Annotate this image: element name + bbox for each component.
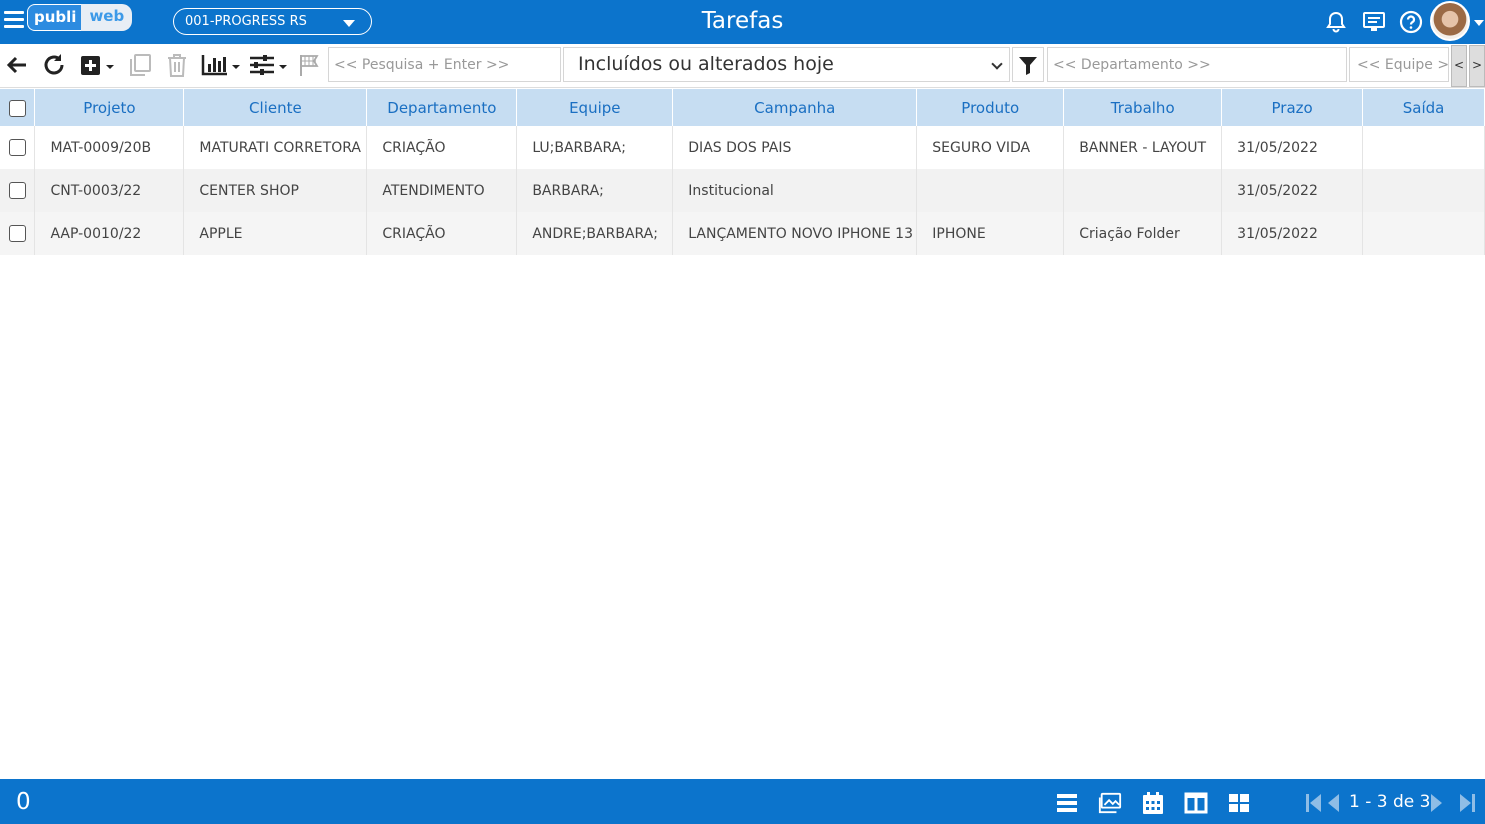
bell-icon[interactable]	[1324, 10, 1348, 34]
cell-equipe: LU;BARBARA;	[516, 126, 674, 169]
select-all-cell	[0, 89, 36, 126]
toolbar: Incluídos ou alterados hoje < >	[0, 44, 1485, 88]
company-label: 001-PROGRESS RS	[185, 14, 307, 29]
cell-campanha: Institucional	[672, 169, 918, 212]
cell-cliente: CENTER SHOP	[183, 169, 368, 212]
cell-equipe: BARBARA;	[516, 169, 674, 212]
settings-sliders-icon[interactable]	[248, 52, 288, 78]
select-all-checkbox[interactable]	[8, 99, 26, 117]
column-header-projeto[interactable]: Projeto	[34, 89, 185, 126]
logo-part1: publi	[27, 4, 82, 31]
team-input[interactable]	[1357, 57, 1448, 73]
table-row[interactable]: MAT-0009/20B MATURATI CORRETORA CRIAÇÃO …	[0, 126, 1485, 169]
cell-produto: IPHONE	[916, 212, 1065, 255]
cell-prazo: 31/05/2022	[1221, 126, 1364, 169]
chevron-down-icon	[343, 20, 355, 27]
row-checkbox-cell	[0, 169, 36, 212]
refresh-icon[interactable]	[41, 52, 67, 78]
cell-campanha: LANÇAMENTO NOVO IPHONE 13	[672, 212, 918, 255]
row-checkbox-cell	[0, 126, 36, 169]
filter-select[interactable]: Incluídos ou alterados hoje	[563, 47, 1010, 82]
trash-icon[interactable]	[165, 52, 189, 78]
top-bar: publi web 001-PROGRESS RS Tarefas	[0, 0, 1485, 44]
column-header-departamento[interactable]: Departamento	[366, 89, 518, 126]
chart-icon[interactable]	[201, 52, 241, 78]
avatar-chevron-down-icon[interactable]	[1474, 20, 1484, 26]
table-header-row: Projeto Cliente Departamento Equipe Camp…	[0, 89, 1485, 126]
funnel-icon	[1019, 57, 1037, 75]
cell-trabalho: Criação Folder	[1063, 212, 1223, 255]
cell-produto	[916, 169, 1065, 212]
last-page-icon[interactable]	[1455, 791, 1479, 815]
department-input[interactable]	[1053, 57, 1346, 73]
column-header-trabalho[interactable]: Trabalho	[1063, 89, 1223, 126]
add-icon[interactable]	[79, 52, 117, 78]
filter-button[interactable]	[1012, 47, 1044, 82]
cell-projeto: MAT-0009/20B	[34, 126, 185, 169]
cell-departamento: CRIAÇÃO	[366, 212, 518, 255]
column-header-saida[interactable]: Saída	[1362, 89, 1485, 126]
logo[interactable]: publi web	[27, 4, 133, 31]
previous-page-icon[interactable]	[1325, 791, 1341, 815]
scroll-right-button[interactable]: >	[1469, 45, 1485, 87]
columns-view-icon[interactable]	[1184, 791, 1208, 815]
cell-saida	[1362, 126, 1485, 169]
cell-departamento: ATENDIMENTO	[366, 169, 518, 212]
scroll-left-button[interactable]: <	[1451, 45, 1467, 87]
department-field[interactable]	[1047, 47, 1347, 82]
cell-prazo: 31/05/2022	[1221, 169, 1364, 212]
gallery-view-icon[interactable]	[1098, 791, 1122, 815]
row-checkbox[interactable]	[8, 225, 26, 242]
footer-bar: 0 1 - 3 de 3	[0, 779, 1485, 824]
table-row[interactable]: AAP-0010/22 APPLE CRIAÇÃO ANDRE;BARBARA;…	[0, 212, 1485, 255]
cell-projeto: AAP-0010/22	[34, 212, 185, 255]
row-checkbox-cell	[0, 212, 36, 255]
column-header-produto[interactable]: Produto	[916, 89, 1065, 126]
column-header-equipe[interactable]: Equipe	[516, 89, 674, 126]
first-page-icon[interactable]	[1302, 791, 1326, 815]
filter-select-value: Incluídos ou alterados hoje	[578, 53, 834, 75]
column-header-campanha[interactable]: Campanha	[672, 89, 918, 126]
tasks-table: Projeto Cliente Departamento Equipe Camp…	[0, 89, 1485, 255]
cell-cliente: APPLE	[183, 212, 368, 255]
cell-saida	[1362, 212, 1485, 255]
team-field[interactable]	[1349, 47, 1449, 82]
chevron-down-icon	[991, 58, 1003, 70]
search-field[interactable]	[328, 47, 561, 82]
pagination-label: 1 - 3 de 3	[1349, 792, 1431, 812]
calendar-icon[interactable]	[1141, 791, 1165, 815]
menu-icon[interactable]	[4, 11, 24, 31]
cell-campanha: DIAS DOS PAIS	[672, 126, 918, 169]
monitor-message-icon[interactable]	[1362, 10, 1386, 34]
table-row[interactable]: CNT-0003/22 CENTER SHOP ATENDIMENTO BARB…	[0, 169, 1485, 212]
cell-saida	[1362, 169, 1485, 212]
grid-view-icon[interactable]	[1227, 791, 1251, 815]
finish-flag-icon[interactable]	[298, 52, 320, 78]
cell-prazo: 31/05/2022	[1221, 212, 1364, 255]
company-selector[interactable]: 001-PROGRESS RS	[173, 8, 372, 35]
search-input[interactable]	[334, 57, 560, 73]
column-header-prazo[interactable]: Prazo	[1221, 89, 1364, 126]
help-icon[interactable]	[1399, 10, 1423, 34]
selected-count: 0	[16, 789, 31, 815]
cell-trabalho	[1063, 169, 1223, 212]
cell-produto: SEGURO VIDA	[916, 126, 1065, 169]
cell-equipe: ANDRE;BARBARA;	[516, 212, 674, 255]
cell-departamento: CRIAÇÃO	[366, 126, 518, 169]
list-view-icon[interactable]	[1055, 791, 1079, 815]
cell-cliente: MATURATI CORRETORA	[183, 126, 368, 169]
back-arrow-icon[interactable]	[5, 52, 29, 78]
column-header-cliente[interactable]: Cliente	[183, 89, 368, 126]
logo-part2: web	[81, 4, 133, 31]
avatar[interactable]	[1430, 1, 1470, 41]
copy-icon[interactable]	[128, 52, 152, 78]
next-page-icon[interactable]	[1429, 791, 1445, 815]
cell-projeto: CNT-0003/22	[34, 169, 185, 212]
cell-trabalho: BANNER - LAYOUT	[1063, 126, 1223, 169]
row-checkbox[interactable]	[8, 139, 26, 156]
row-checkbox[interactable]	[8, 182, 26, 199]
